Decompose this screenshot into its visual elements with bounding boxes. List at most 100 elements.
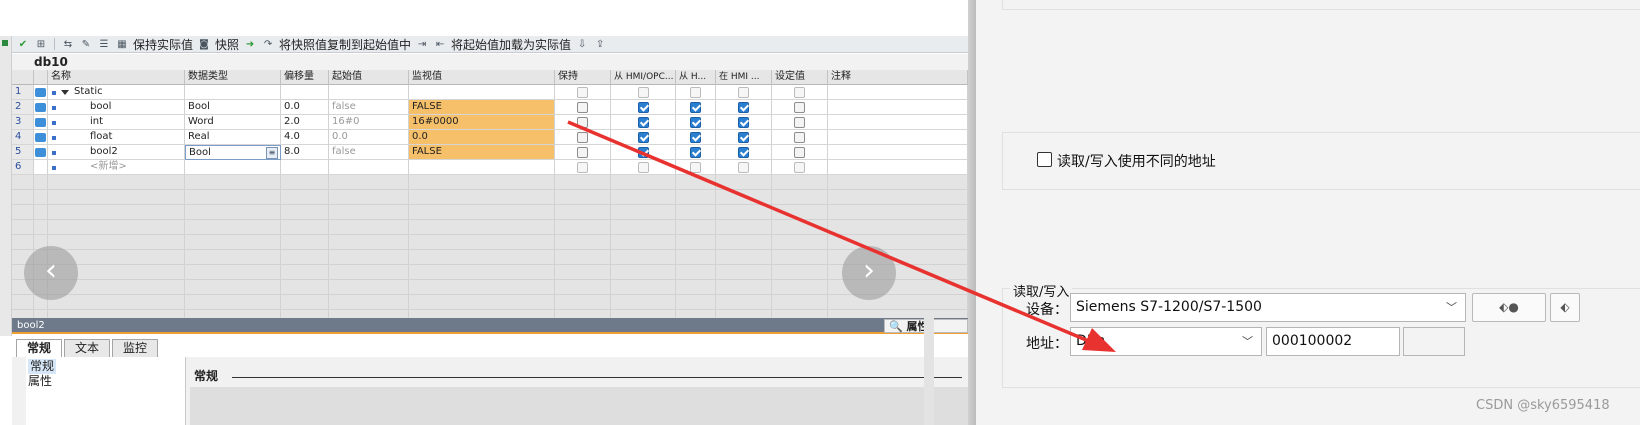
- cell-setpoint[interactable]: [772, 100, 828, 115]
- hmi-write-checkbox[interactable]: [690, 102, 701, 113]
- cell-hmi-write[interactable]: [676, 85, 716, 100]
- tab-monitor[interactable]: 监控: [112, 339, 159, 357]
- col-header-type[interactable]: 数据类型: [185, 70, 281, 85]
- copy-green-icon[interactable]: ➜: [243, 38, 257, 50]
- type-dropdown-icon[interactable]: ≡: [266, 147, 278, 159]
- cell-start[interactable]: false: [329, 100, 409, 115]
- cell-name[interactable]: <新增>: [48, 160, 185, 175]
- cell-setpoint[interactable]: [772, 160, 828, 175]
- device-tag-button-2[interactable]: ⬖: [1550, 293, 1580, 322]
- setpoint-checkbox[interactable]: [794, 102, 805, 113]
- hmi-access-checkbox[interactable]: [638, 102, 649, 113]
- cell-start[interactable]: [329, 160, 409, 175]
- cell-monitor[interactable]: [409, 160, 555, 175]
- col-header-hmi-write[interactable]: 从 H...: [676, 70, 716, 85]
- cell-offset[interactable]: [281, 160, 329, 175]
- cell-offset[interactable]: [281, 85, 329, 100]
- setpoint-checkbox[interactable]: [794, 87, 805, 98]
- cell-name[interactable]: bool: [48, 100, 185, 115]
- setpoint-checkbox[interactable]: [794, 147, 805, 158]
- cell-name[interactable]: int: [48, 115, 185, 130]
- cell-retain[interactable]: [555, 130, 611, 145]
- hmi-access-checkbox[interactable]: [638, 87, 649, 98]
- tab-text[interactable]: 文本: [64, 339, 111, 357]
- setpoint-checkbox[interactable]: [794, 132, 805, 143]
- load-gray-icon[interactable]: ⇤: [433, 38, 447, 50]
- retain-checkbox[interactable]: [577, 147, 588, 158]
- retain-checkbox[interactable]: [577, 87, 588, 98]
- cell-ic[interactable]: [34, 115, 48, 130]
- cell-comment[interactable]: [828, 160, 968, 175]
- cell-setpoint[interactable]: [772, 130, 828, 145]
- retain-checkbox[interactable]: [577, 162, 588, 173]
- cell-start[interactable]: [329, 85, 409, 100]
- cell-type[interactable]: [185, 85, 281, 100]
- different-address-checkbox[interactable]: [1037, 152, 1052, 167]
- expand-triangle-icon[interactable]: [61, 90, 69, 95]
- cell-offset[interactable]: 2.0: [281, 115, 329, 130]
- cell-hmi-write[interactable]: [676, 130, 716, 145]
- hmi-visible-checkbox[interactable]: [738, 162, 749, 173]
- cell-setpoint[interactable]: [772, 85, 828, 100]
- table-row[interactable]: 2 bool Bool 0.0 false FALSE: [12, 100, 968, 115]
- table-row[interactable]: 4 float Real 4.0 0.0 0.0: [12, 130, 968, 145]
- cell-comment[interactable]: [828, 100, 968, 115]
- cell-retain[interactable]: [555, 100, 611, 115]
- cell-retain[interactable]: [555, 145, 611, 160]
- prev-slide-button[interactable]: ‹: [24, 246, 78, 300]
- keep-actual-button[interactable]: 保持实际值: [133, 36, 193, 53]
- cell-comment[interactable]: [828, 115, 968, 130]
- col-header-name[interactable]: 名称: [48, 70, 185, 85]
- load-icon[interactable]: ⇥: [415, 38, 429, 50]
- col-header-retain[interactable]: 保持: [555, 70, 611, 85]
- cell-hmi-visible[interactable]: [716, 145, 772, 160]
- hmi-write-checkbox[interactable]: [690, 87, 701, 98]
- cell-monitor[interactable]: FALSE: [409, 100, 555, 115]
- check-icon[interactable]: ✔: [16, 38, 30, 50]
- cell-retain[interactable]: [555, 85, 611, 100]
- cell-hmi-visible[interactable]: [716, 130, 772, 145]
- cell-monitor[interactable]: 16#0000: [409, 115, 555, 130]
- col-header-offset[interactable]: 偏移量: [281, 70, 329, 85]
- cell-hmi-write[interactable]: [676, 115, 716, 130]
- setpoint-checkbox[interactable]: [794, 117, 805, 128]
- col-header-monitor[interactable]: 监视值: [409, 70, 555, 85]
- col-header-hmi-visible[interactable]: 在 HMI ...: [716, 70, 772, 85]
- cell-ic[interactable]: [34, 160, 48, 175]
- monitor-icon[interactable]: ⇆: [61, 38, 75, 50]
- cell-hmi-access[interactable]: [611, 85, 676, 100]
- hmi-access-checkbox[interactable]: [638, 162, 649, 173]
- cell-hmi-write[interactable]: [676, 160, 716, 175]
- address-extra-input[interactable]: [1403, 327, 1465, 356]
- load-start-button[interactable]: 将起始值加载为实际值: [451, 36, 571, 53]
- cell-ic[interactable]: [34, 130, 48, 145]
- hmi-visible-checkbox[interactable]: [738, 87, 749, 98]
- cell-hmi-visible[interactable]: [716, 115, 772, 130]
- retain-checkbox[interactable]: [577, 102, 588, 113]
- cell-hmi-access[interactable]: [611, 100, 676, 115]
- cell-name[interactable]: float: [48, 130, 185, 145]
- hmi-visible-checkbox[interactable]: [738, 147, 749, 158]
- hmi-write-checkbox[interactable]: [690, 132, 701, 143]
- cell-offset[interactable]: 8.0: [281, 145, 329, 160]
- address-type-select[interactable]: DBn ﹀: [1070, 327, 1262, 356]
- cell-hmi-access[interactable]: [611, 160, 676, 175]
- cell-hmi-write[interactable]: [676, 100, 716, 115]
- edit-icon[interactable]: ✎: [79, 38, 93, 50]
- cell-setpoint[interactable]: [772, 145, 828, 160]
- next-slide-button[interactable]: ›: [842, 246, 896, 300]
- setpoint-checkbox[interactable]: [794, 162, 805, 173]
- cell-ic[interactable]: [34, 85, 48, 100]
- col-header-comment[interactable]: 注释: [828, 70, 968, 85]
- cell-comment[interactable]: [828, 145, 968, 160]
- cell-hmi-access[interactable]: [611, 145, 676, 160]
- hmi-visible-checkbox[interactable]: [738, 117, 749, 128]
- nav-item-general[interactable]: 常规: [28, 359, 57, 374]
- hmi-access-checkbox[interactable]: [638, 132, 649, 143]
- cell-type[interactable]: Word: [185, 115, 281, 130]
- cell-monitor[interactable]: [409, 85, 555, 100]
- device-select[interactable]: Siemens S7-1200/S7-1500 ﹀: [1070, 293, 1466, 322]
- cell-type[interactable]: Bool ≡: [185, 145, 281, 160]
- cell-hmi-visible[interactable]: [716, 85, 772, 100]
- cell-ic[interactable]: [34, 145, 48, 160]
